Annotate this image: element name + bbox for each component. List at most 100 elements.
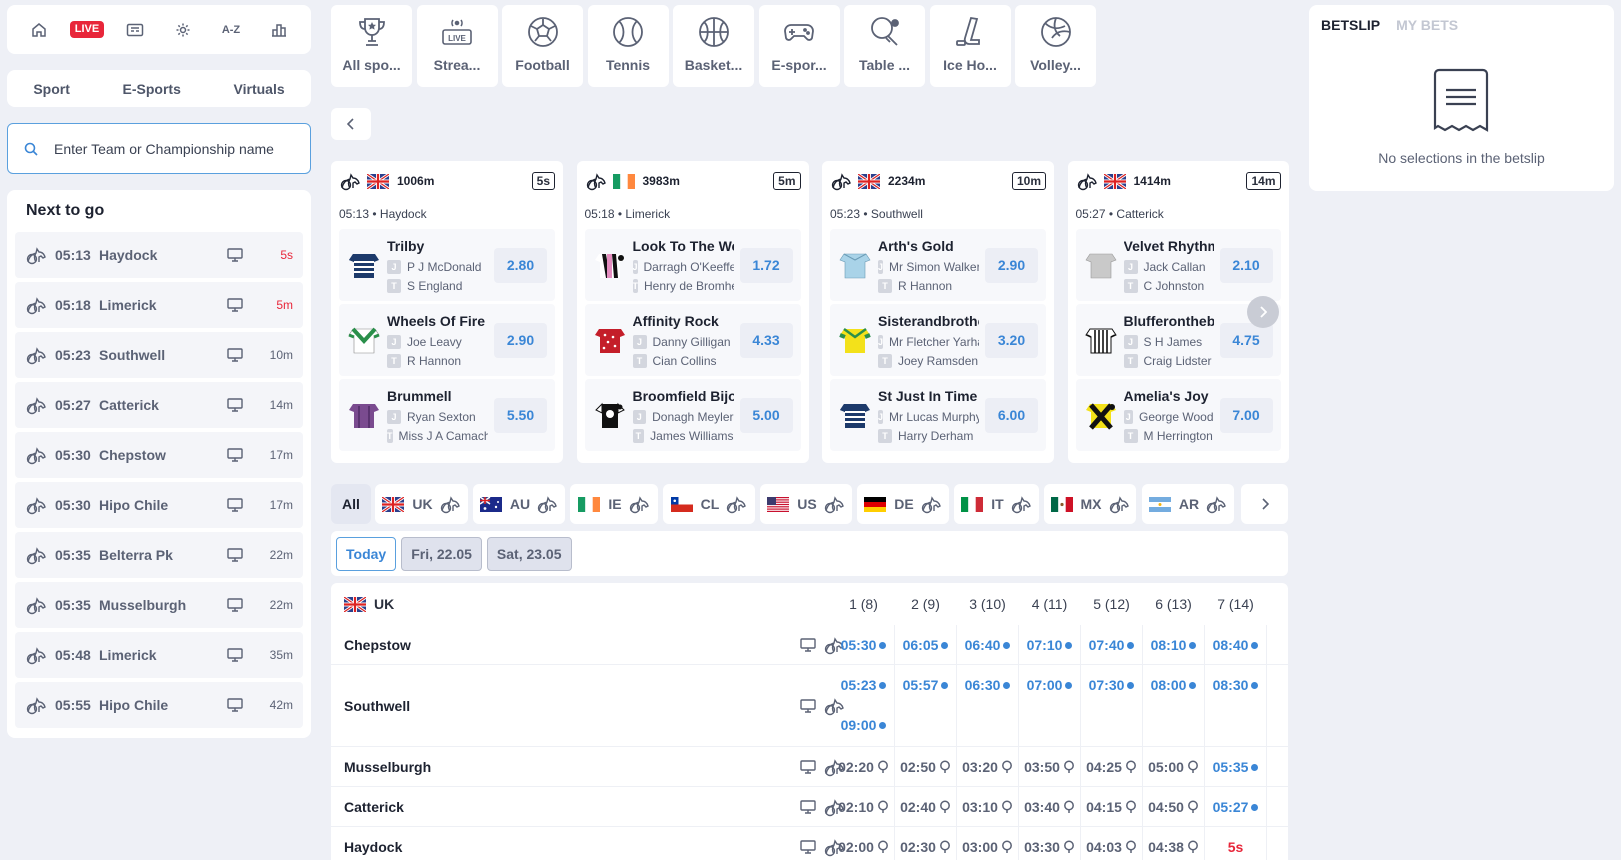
carousel-next-button[interactable]: [1247, 296, 1279, 328]
sport-tile-football[interactable]: Football: [502, 5, 583, 87]
carousel-back-button[interactable]: [331, 108, 371, 140]
next-to-go-row[interactable]: 05:27 Catterick 14m: [15, 382, 303, 428]
tv-icon[interactable]: [227, 698, 243, 712]
tv-icon[interactable]: [227, 398, 243, 412]
race-slot[interactable]: 02:30: [895, 827, 956, 860]
race-slot[interactable]: 03:00: [957, 827, 1018, 860]
track-name[interactable]: Catterick: [331, 799, 811, 815]
sport-tile-gamepad[interactable]: E-spor...: [758, 5, 840, 87]
track-name[interactable]: Haydock: [331, 839, 811, 855]
tab-my-bets[interactable]: MY BETS: [1396, 17, 1458, 33]
track-name[interactable]: Musselburgh: [331, 759, 811, 775]
country-tab-us[interactable]: US: [760, 484, 852, 524]
date-tab[interactable]: Sat, 23.05: [486, 536, 572, 571]
race-slot[interactable]: 03:50: [1019, 747, 1080, 787]
sport-tile-volleyball[interactable]: Volley...: [1015, 5, 1096, 87]
country-tab-ar[interactable]: AR: [1142, 484, 1234, 524]
sport-tile-tennis[interactable]: Tennis: [587, 5, 669, 87]
tv-icon[interactable]: [227, 448, 243, 462]
track-name[interactable]: Southwell: [331, 698, 811, 714]
odds-button[interactable]: 1.72: [739, 247, 793, 283]
race-slot[interactable]: 08:10: [1143, 625, 1204, 665]
odds-button[interactable]: 3.20: [985, 322, 1038, 358]
race-slot[interactable]: 03:40: [1019, 787, 1080, 827]
race-slot[interactable]: 07:30: [1081, 665, 1142, 705]
search-input[interactable]: [54, 140, 294, 157]
sport-tile-basketball[interactable]: Basket...: [673, 5, 754, 87]
race-slot[interactable]: 02:20: [833, 747, 894, 787]
country-tab-cl[interactable]: CL: [663, 484, 755, 524]
sport-tile-live-stream[interactable]: LIVE Strea...: [416, 5, 498, 87]
next-to-go-row[interactable]: 05:35 Belterra Pk 22m: [15, 532, 303, 578]
odds-button[interactable]: 4.33: [739, 322, 793, 358]
next-to-go-row[interactable]: 05:23 Southwell 10m: [15, 332, 303, 378]
country-tabs-scroll-right[interactable]: [1241, 484, 1288, 524]
race-slot[interactable]: 02:40: [895, 787, 956, 827]
track-name[interactable]: Chepstow: [331, 637, 811, 653]
race-slot[interactable]: 02:50: [895, 747, 956, 787]
race-slot[interactable]: 05:00: [1143, 747, 1204, 787]
date-tab[interactable]: Today: [336, 536, 397, 571]
tab-betslip[interactable]: BETSLIP: [1321, 17, 1380, 33]
odds-button[interactable]: 2.10: [1219, 247, 1273, 283]
tab-virtuals[interactable]: Virtuals: [234, 81, 285, 97]
race-slot[interactable]: 03:10: [957, 787, 1018, 827]
tv-icon[interactable]: [800, 759, 816, 774]
home-icon[interactable]: [24, 15, 54, 45]
odds-button[interactable]: 2.90: [985, 247, 1038, 283]
race-slot[interactable]: 08:40: [1205, 625, 1266, 665]
tv-icon[interactable]: [227, 548, 243, 562]
race-slot[interactable]: 05:27: [1205, 787, 1266, 827]
tv-icon[interactable]: [227, 298, 243, 312]
tv-icon[interactable]: [227, 248, 243, 262]
sport-tile-ice-hockey[interactable]: Ice Ho...: [929, 5, 1011, 87]
race-slot[interactable]: 07:40: [1081, 625, 1142, 665]
next-to-go-row[interactable]: 05:35 Musselburgh 22m: [15, 582, 303, 628]
country-tab-uk[interactable]: UK: [375, 484, 468, 524]
az-button[interactable]: A-Z: [216, 15, 246, 45]
country-tab-de[interactable]: DE: [857, 484, 949, 524]
race-slot[interactable]: 07:00: [1019, 665, 1080, 705]
odds-button[interactable]: 7.00: [1219, 397, 1273, 433]
tv-icon[interactable]: [227, 498, 243, 512]
next-to-go-row[interactable]: 05:30 Hipo Chile 17m: [15, 482, 303, 528]
country-tab-all[interactable]: All: [331, 484, 371, 524]
next-to-go-row[interactable]: 05:13 Haydock 5s: [15, 232, 303, 278]
next-to-go-row[interactable]: 05:48 Limerick 35m: [15, 632, 303, 678]
odds-button[interactable]: 6.00: [985, 397, 1038, 433]
race-slot[interactable]: 06:40: [957, 625, 1018, 665]
tv-icon[interactable]: [800, 839, 816, 854]
odds-button[interactable]: 2.90: [494, 322, 547, 358]
odds-button[interactable]: 5.50: [494, 397, 547, 433]
date-tab[interactable]: Fri, 22.05: [401, 536, 482, 571]
tv-icon[interactable]: [800, 799, 816, 814]
next-to-go-row[interactable]: 05:18 Limerick 5m: [15, 282, 303, 328]
tab-esports[interactable]: E-Sports: [123, 81, 181, 97]
race-slot[interactable]: 03:30: [1019, 827, 1080, 860]
next-to-go-row[interactable]: 05:55 Hipo Chile 42m: [15, 682, 303, 728]
race-slot[interactable]: 04:38: [1143, 827, 1204, 860]
race-slot[interactable]: 05:23: [833, 665, 894, 705]
tv-icon[interactable]: [227, 348, 243, 362]
gear-icon[interactable]: [168, 15, 198, 45]
race-slot[interactable]: 08:30: [1205, 665, 1266, 705]
country-tab-mx[interactable]: MX: [1044, 484, 1136, 524]
race-slot[interactable]: 04:15: [1081, 787, 1142, 827]
race-slot[interactable]: 02:00: [833, 827, 894, 860]
race-slot[interactable]: 04:03: [1081, 827, 1142, 860]
next-to-go-row[interactable]: 05:30 Chepstow 17m: [15, 432, 303, 478]
race-slot[interactable]: 04:25: [1081, 747, 1142, 787]
odds-button[interactable]: 2.80: [494, 247, 547, 283]
odds-button[interactable]: 5.00: [739, 397, 793, 433]
sport-tile-table-tennis[interactable]: Table ...: [844, 5, 925, 87]
country-tab-it[interactable]: IT: [954, 484, 1039, 524]
race-slot[interactable]: 02:10: [833, 787, 894, 827]
tv-icon[interactable]: [800, 637, 816, 652]
race-slot[interactable]: 05:30: [833, 625, 894, 665]
race-slot[interactable]: 06:05: [895, 625, 956, 665]
podium-icon[interactable]: [264, 15, 294, 45]
tab-sport[interactable]: Sport: [33, 81, 70, 97]
sport-tile-trophy[interactable]: All spo...: [331, 5, 412, 87]
race-slot[interactable]: 07:10: [1019, 625, 1080, 665]
race-slot[interactable]: 05:35: [1205, 747, 1266, 787]
